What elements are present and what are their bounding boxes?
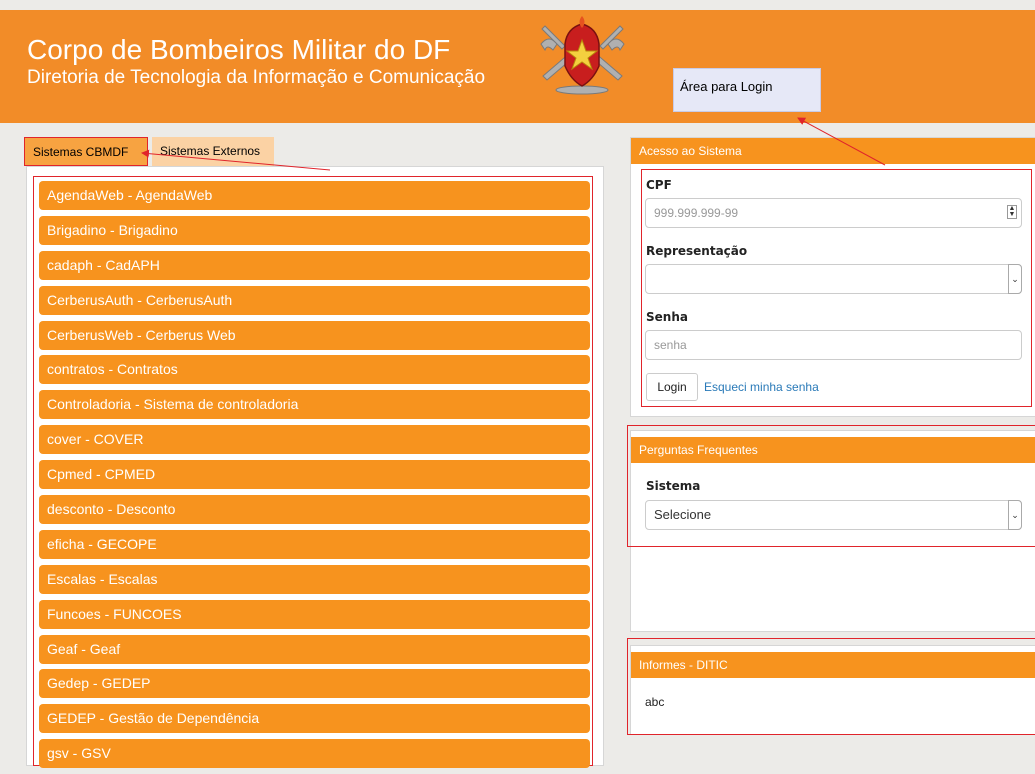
representacao-select[interactable]	[645, 264, 1022, 294]
login-button[interactable]: Login	[646, 373, 698, 401]
cpf-label: CPF	[646, 178, 672, 192]
list-item[interactable]: AgendaWeb - AgendaWeb	[39, 181, 590, 210]
list-item[interactable]: Controladoria - Sistema de controladoria	[39, 390, 590, 420]
list-item[interactable]: CerberusWeb - Cerberus Web	[39, 320, 590, 350]
login-area-note: Área para Login	[673, 68, 821, 112]
sistema-label: Sistema	[646, 479, 701, 493]
senha-input[interactable]: senha	[645, 330, 1022, 360]
info-highlight	[627, 638, 1035, 735]
site-title: Corpo de Bombeiros Militar do DF	[27, 34, 451, 65]
info-text: abc	[645, 695, 665, 709]
list-item[interactable]: CerberusAuth - CerberusAuth	[39, 285, 590, 315]
list-item[interactable]: contratos - Contratos	[39, 355, 590, 385]
tab-sistemas-externos[interactable]: Sistemas Externos	[152, 137, 274, 166]
sistema-select[interactable]: Selecione	[645, 500, 1022, 530]
list-item[interactable]: Escalas - Escalas	[39, 564, 590, 594]
list-item[interactable]: gsv - GSV	[39, 739, 590, 769]
representacao-label: Representação	[646, 244, 748, 258]
list-item[interactable]: Gedep - GEDEP	[39, 669, 590, 699]
site-header: Corpo de Bombeiros Militar do DF Diretor…	[0, 10, 1035, 123]
list-item[interactable]: cadaph - CadAPH	[39, 250, 590, 280]
list-item[interactable]: Brigadino - Brigadino	[39, 215, 590, 245]
list-item[interactable]: Geaf - Geaf	[39, 634, 590, 664]
chevron-down-icon[interactable]: ⌄	[1008, 264, 1022, 294]
firefighter-emblem-icon	[540, 16, 625, 95]
senha-label: Senha	[646, 310, 688, 324]
list-item[interactable]: GEDEP - Gestão de Dependência	[39, 704, 590, 734]
list-item[interactable]: Funcoes - FUNCOES	[39, 599, 590, 629]
list-item[interactable]: cover - COVER	[39, 425, 590, 455]
list-item[interactable]: desconto - Desconto	[39, 495, 590, 525]
cpf-input[interactable]: 999.999.999-99	[645, 198, 1022, 228]
list-item[interactable]: eficha - GECOPE	[39, 529, 590, 559]
systems-list: AgendaWeb - AgendaWeb Brigadino - Brigad…	[39, 181, 590, 774]
tab-sistemas-cbmdf[interactable]: Sistemas CBMDF	[24, 137, 148, 166]
spinner-icon[interactable]: ▲ ▼	[1007, 205, 1017, 219]
login-panel-title: Acesso ao Sistema	[631, 138, 1035, 164]
site-subtitle: Diretoria de Tecnologia da Informação e …	[27, 67, 486, 88]
chevron-down-icon[interactable]: ⌄	[1008, 500, 1022, 530]
forgot-password-link[interactable]: Esqueci minha senha	[704, 380, 819, 394]
list-item[interactable]: Cpmed - CPMED	[39, 460, 590, 490]
